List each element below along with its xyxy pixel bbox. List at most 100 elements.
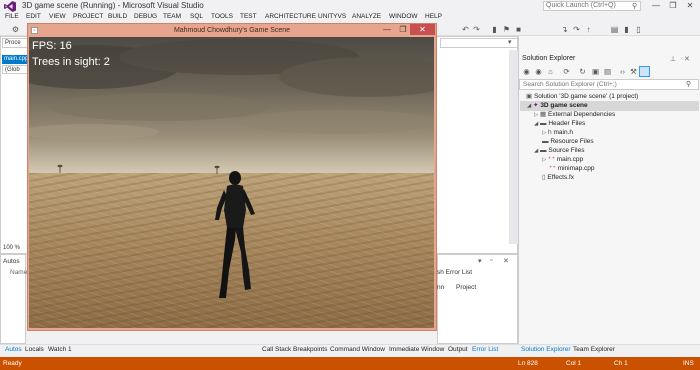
- tab-main-cpp[interactable]: main.cpp: [2, 55, 30, 64]
- minimize-button[interactable]: —: [648, 0, 664, 12]
- autos-column-name[interactable]: Name: [10, 269, 27, 276]
- pin-icon[interactable]: ▫: [490, 257, 492, 264]
- error-list-column-project[interactable]: Project: [456, 284, 476, 291]
- tree-item-label: main.h: [553, 129, 573, 136]
- header-file-icon: h: [548, 129, 552, 136]
- game-viewport[interactable]: FPS: 16 Trees in sight: 2: [29, 37, 434, 328]
- step-out-icon[interactable]: ↑: [584, 25, 593, 34]
- tab-breakpoints[interactable]: Breakpoints: [293, 346, 327, 353]
- expanded-arrow-icon[interactable]: ◢: [527, 103, 531, 109]
- bookmark-prev-icon[interactable]: ▯: [634, 25, 643, 34]
- tree-item-minimap-cpp[interactable]: ⁺⁺ minimap.cpp: [549, 164, 595, 173]
- tab-autos[interactable]: Autos: [5, 346, 22, 353]
- collapsed-arrow-icon[interactable]: ▷: [542, 130, 546, 136]
- toolbox-icon[interactable]: ▤: [610, 25, 619, 34]
- folder-icon: ▬: [540, 147, 547, 154]
- home-icon[interactable]: ⌂: [546, 67, 555, 76]
- sync-icon[interactable]: ⟳: [562, 67, 571, 76]
- zoom-level[interactable]: 100 %: [3, 245, 20, 251]
- menu-sql[interactable]: SQL: [190, 13, 203, 20]
- solution-explorer-title: Solution Explorer: [522, 55, 576, 62]
- menu-file[interactable]: FILE: [5, 13, 19, 20]
- tree-item-label: minimap.cpp: [557, 165, 595, 172]
- tree-item-label: 3D game scene: [540, 102, 588, 109]
- menu-unityvs[interactable]: UNITYVS: [318, 13, 346, 20]
- redo-icon[interactable]: ↷: [472, 25, 481, 34]
- show-all-files-icon[interactable]: ▤: [603, 67, 612, 76]
- tree-item-resource-files[interactable]: ▬ Resource Files: [542, 137, 594, 146]
- menu-architecture[interactable]: ARCHITECTURE: [265, 13, 316, 20]
- menu-test[interactable]: TEST: [240, 13, 257, 20]
- bookmark-next-icon[interactable]: ▮: [622, 25, 631, 34]
- tab-output[interactable]: Output: [448, 346, 468, 353]
- collapse-all-icon[interactable]: ▣: [591, 67, 600, 76]
- menu-tools[interactable]: TOOLS: [211, 13, 233, 20]
- tab-command-window[interactable]: Command Window: [330, 346, 385, 353]
- maximize-button[interactable]: ❐: [665, 0, 681, 12]
- chevron-down-icon[interactable]: ▾: [508, 38, 512, 46]
- pin-icon[interactable]: ⊥: [670, 55, 676, 63]
- expanded-arrow-icon[interactable]: ◢: [534, 148, 538, 154]
- properties-icon[interactable]: ⚒: [629, 67, 638, 76]
- status-insert-mode: INS: [683, 360, 694, 367]
- tab-call-stack[interactable]: Call Stack: [262, 346, 291, 353]
- status-column: Col 1: [566, 360, 582, 367]
- tree-icon: [57, 164, 63, 173]
- dropdown-icon[interactable]: ▾: [478, 257, 482, 265]
- menu-team[interactable]: TEAM: [163, 13, 181, 20]
- tab-error-list[interactable]: Error List: [472, 346, 498, 353]
- search-icon[interactable]: ⚲: [632, 2, 637, 10]
- quick-launch-input[interactable]: Quick Launch (Ctrl+Q): [543, 1, 641, 11]
- undo-icon[interactable]: ↶: [461, 25, 470, 34]
- close-icon[interactable]: ✕: [684, 55, 690, 63]
- editor-scrollbar[interactable]: [509, 50, 518, 244]
- status-state: Ready: [3, 360, 22, 367]
- menu-edit[interactable]: EDIT: [26, 13, 41, 20]
- scope-dropdown[interactable]: (Glob: [2, 65, 30, 74]
- game-minimize-button[interactable]: —: [380, 24, 394, 35]
- expanded-arrow-icon[interactable]: ◢: [534, 121, 538, 127]
- error-list-column[interactable]: nn: [437, 284, 444, 291]
- tree-item-solution[interactable]: ▣ Solution '3D game scene' (1 project): [526, 92, 638, 101]
- cpp-file-icon: ⁺⁺: [549, 165, 556, 172]
- game-window-title: Mahmoud Chowdhury's Game Scene: [173, 27, 291, 34]
- tab-team-explorer[interactable]: Team Explorer: [573, 346, 615, 353]
- menu-debug[interactable]: DEBUG: [134, 13, 157, 20]
- fx-file-icon: ▯: [542, 174, 546, 181]
- menu-window[interactable]: WINDOW: [389, 13, 418, 20]
- back-icon[interactable]: ◉: [522, 67, 531, 76]
- menu-build[interactable]: BUILD: [108, 13, 127, 20]
- refresh-icon[interactable]: ↻: [578, 67, 587, 76]
- window-system-icon[interactable]: ▫: [31, 27, 38, 34]
- step-over-icon[interactable]: ↷: [572, 25, 581, 34]
- error-list-tab[interactable]: sh Error List: [437, 269, 472, 276]
- collapsed-arrow-icon[interactable]: ▷: [542, 157, 546, 163]
- view-code-icon[interactable]: ‹›: [618, 67, 627, 76]
- search-icon[interactable]: ⚲: [686, 80, 691, 88]
- stop-icon[interactable]: ■: [514, 25, 523, 34]
- preview-selected-icon[interactable]: [639, 66, 650, 77]
- member-dropdown[interactable]: [440, 38, 518, 48]
- tab-watch-1[interactable]: Watch 1: [48, 346, 72, 353]
- close-icon[interactable]: ✕: [503, 257, 509, 265]
- autos-panel: [0, 254, 26, 344]
- tab-immediate-window[interactable]: Immediate Window: [389, 346, 444, 353]
- solution-search-input[interactable]: Search Solution Explorer (Ctrl+;): [519, 79, 699, 90]
- forward-icon[interactable]: ◉: [534, 67, 543, 76]
- game-maximize-button[interactable]: ❐: [396, 24, 410, 35]
- collapsed-arrow-icon[interactable]: ▷: [534, 112, 538, 118]
- tree-item-effects-fx[interactable]: ▯ Effects.fx: [542, 173, 574, 182]
- bookmark-icon[interactable]: ⚑: [502, 25, 511, 34]
- menu-analyze[interactable]: ANALYZE: [352, 13, 381, 20]
- break-icon[interactable]: ▮: [490, 25, 499, 34]
- menu-help[interactable]: HELP: [425, 13, 442, 20]
- game-close-button[interactable]: ✕: [410, 24, 435, 35]
- tab-locals[interactable]: Locals: [25, 346, 44, 353]
- menu-view[interactable]: VIEW: [49, 13, 66, 20]
- close-button[interactable]: ✕: [682, 0, 698, 12]
- menu-project[interactable]: PROJECT: [73, 13, 103, 20]
- tab-solution-explorer[interactable]: Solution Explorer: [521, 346, 571, 353]
- solution-icon: ▣: [526, 93, 533, 100]
- step-into-icon[interactable]: ↴: [560, 25, 569, 34]
- settings-icon[interactable]: ⚙: [11, 25, 20, 34]
